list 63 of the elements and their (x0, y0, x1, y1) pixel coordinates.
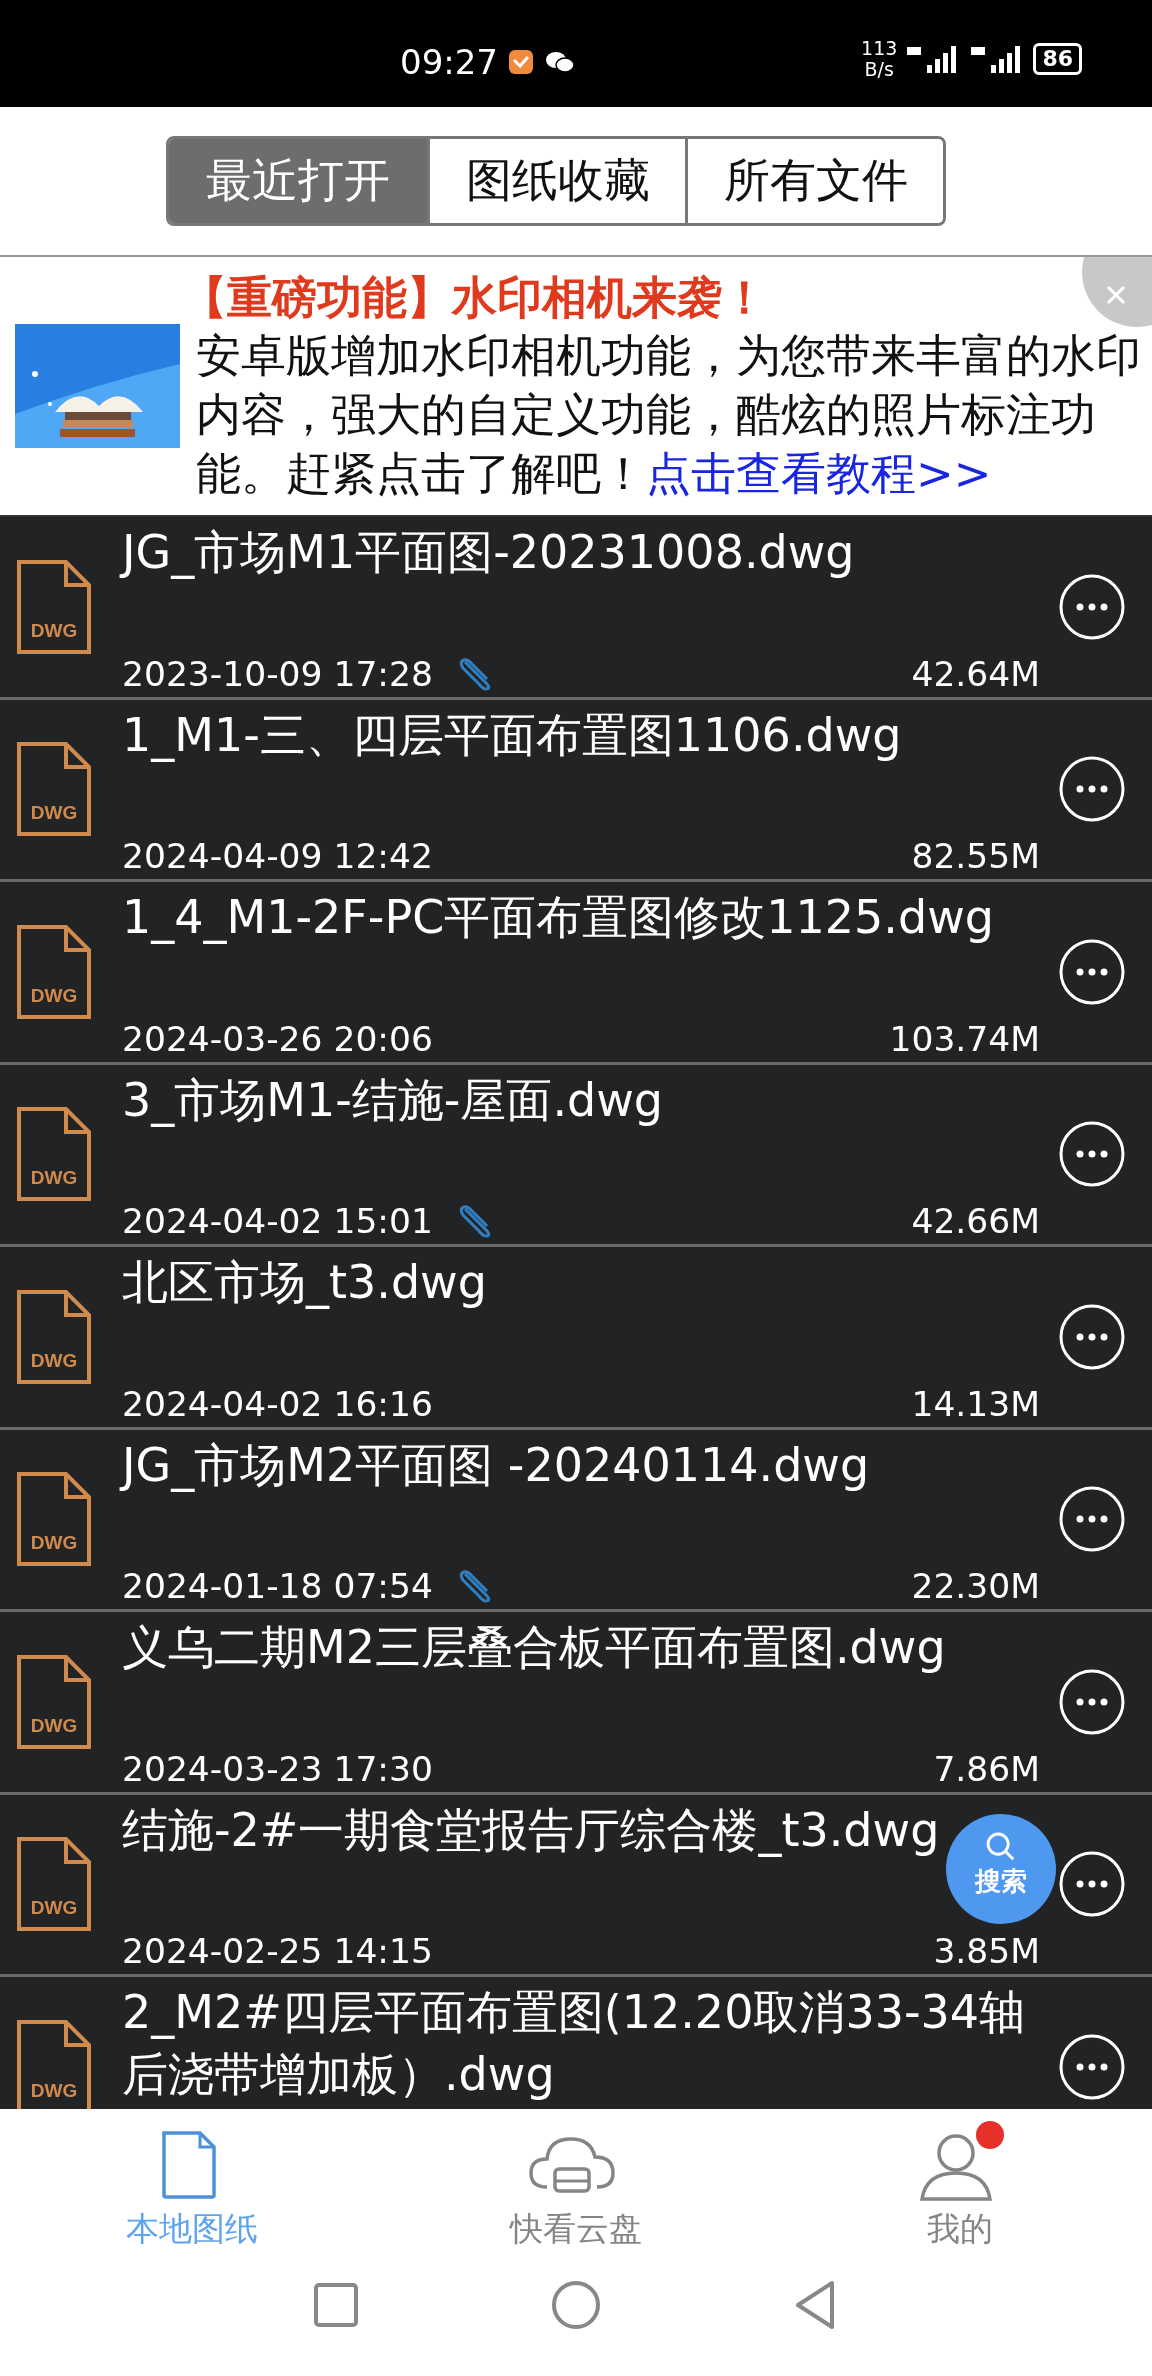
chat-icon (544, 49, 576, 75)
file-date: 2024-01-18 07:54 (122, 1567, 433, 1605)
more-options-icon[interactable] (1058, 2032, 1126, 2101)
file-size: 22.30M (911, 1567, 1040, 1605)
nav-tab[interactable]: 快看云盘 (426, 2121, 726, 2252)
file-date: 2024-03-26 20:06 (122, 1019, 433, 1058)
file-name: 3_市场M1-结施-屋面.dwg (122, 1071, 664, 1129)
file-name: 1_M1-三、四层平面布置图1106.dwg (122, 706, 902, 764)
clock: 09:27 (400, 42, 498, 82)
more-options-icon[interactable] (1058, 937, 1126, 1006)
file-date: 2024-02-25 14:15 (122, 1932, 433, 1970)
more-options-icon[interactable] (1058, 1120, 1126, 1189)
file-row[interactable]: DWG 3_市场M1-结施-屋面.dwg 2024-04-02 15:01 42.66M (0, 1064, 1152, 1247)
file-size: 3.85M (933, 1932, 1040, 1970)
file-row[interactable]: DWG JG_市场M2平面图 -20240114.dwg 2024-01-18 07:54 22.30M (0, 1429, 1152, 1612)
banner-text: 安卓版增加水印相机功能，为您带来丰富的水印内容，强大的自定义功能，酷炫的照片标注功能。赶紧点击了解吧！点击查看教程>> (196, 327, 1142, 502)
recent-apps-icon[interactable] (312, 2281, 360, 2329)
tab[interactable]: 最近打开 (169, 139, 427, 223)
home-icon[interactable] (550, 2279, 602, 2331)
more-options-icon[interactable] (1058, 1302, 1126, 1371)
tutorial-link[interactable]: 点击查看教程>> (646, 446, 992, 500)
more-options-icon[interactable] (1058, 755, 1126, 824)
file-size: 42.66M (911, 1202, 1040, 1240)
file-row[interactable]: DWG 1_M1-三、四层平面布置图1106.dwg 2024-04-09 12:42 82.55M (0, 699, 1152, 882)
file-row[interactable]: DWG 北区市场_t3.dwg 2024-04-02 16:16 14.13M (0, 1247, 1152, 1430)
dwg-file-icon: DWG (16, 923, 92, 1020)
file-name: 义乌二期M2三层叠合板平面布置图.dwg (122, 1619, 946, 1676)
file-name: 1_4_M1-2F-PC平面布置图修改1125.dwg (122, 889, 994, 946)
more-options-icon[interactable] (1058, 1485, 1126, 1554)
dwg-file-icon: DWG (16, 1106, 92, 1203)
dwg-file-icon: DWG (16, 2018, 92, 2109)
file-name: 结施-2#一期食堂报告厅综合楼_t3.dwg (122, 1801, 940, 1859)
file-row[interactable]: DWG 义乌二期M2三层叠合板平面布置图.dwg 2024-03-23 17:30 7.86M (0, 1612, 1152, 1795)
file-row[interactable]: DWG 1_4_M1-2F-PC平面布置图修改1125.dwg 2024-03-26 20:06 103.74M (0, 882, 1152, 1065)
more-options-icon[interactable] (1058, 1850, 1126, 1919)
dwg-file-icon: DWG (16, 741, 92, 838)
ad-banner[interactable]: 【重磅功能】水印相机来袭！ 安卓版增加水印相机功能，为您带来丰富的水印内容，强大的自定义功能，酷炫的照片标注功能。赶紧点击了解吧！点击查看教程>> (0, 257, 1152, 517)
more-options-icon[interactable] (1058, 1667, 1126, 1736)
file-date: 2024-04-09 12:42 (122, 837, 433, 875)
file-size: 42.64M (911, 654, 1040, 693)
file-size: 7.86M (933, 1749, 1040, 1788)
dwg-file-icon: DWG (16, 1836, 92, 1933)
nav-tab[interactable]: 我的 (810, 2121, 1110, 2252)
network-speed: 113 B/s (861, 38, 898, 80)
file-date: 2024-04-02 16:16 (122, 1384, 433, 1423)
file-row[interactable]: DWG JG_市场M1平面图-20231008.dwg 2023-10-09 17:28 42.64M (0, 517, 1152, 700)
dwg-file-icon: DWG (16, 1471, 92, 1568)
file-size: 82.55M (911, 837, 1040, 875)
tab[interactable]: 所有文件 (685, 139, 943, 223)
dwg-file-icon: DWG (16, 558, 92, 655)
more-options-icon[interactable] (1058, 572, 1126, 641)
file-date: 2024-04-02 15:01 (122, 1202, 433, 1240)
dwg-file-icon: DWG (16, 1288, 92, 1385)
file-date: 2023-10-09 17:28 (122, 654, 433, 693)
file-date: 2024-03-23 17:30 (122, 1749, 433, 1788)
file-size: 103.74M (889, 1019, 1040, 1058)
file-name: 2_M2#四层平面布置图(12.20取消33-34轴后浇带增加板）.dwg (122, 1984, 1027, 2103)
banner-title: 【重磅功能】水印相机来袭！ (182, 269, 767, 326)
file-name: 北区市场_t3.dwg (122, 1254, 487, 1311)
file-size: 14.13M (911, 1384, 1040, 1423)
dwg-file-icon: DWG (16, 1653, 92, 1750)
battery-indicator: 86 (1033, 43, 1082, 75)
close-icon (1104, 283, 1128, 307)
